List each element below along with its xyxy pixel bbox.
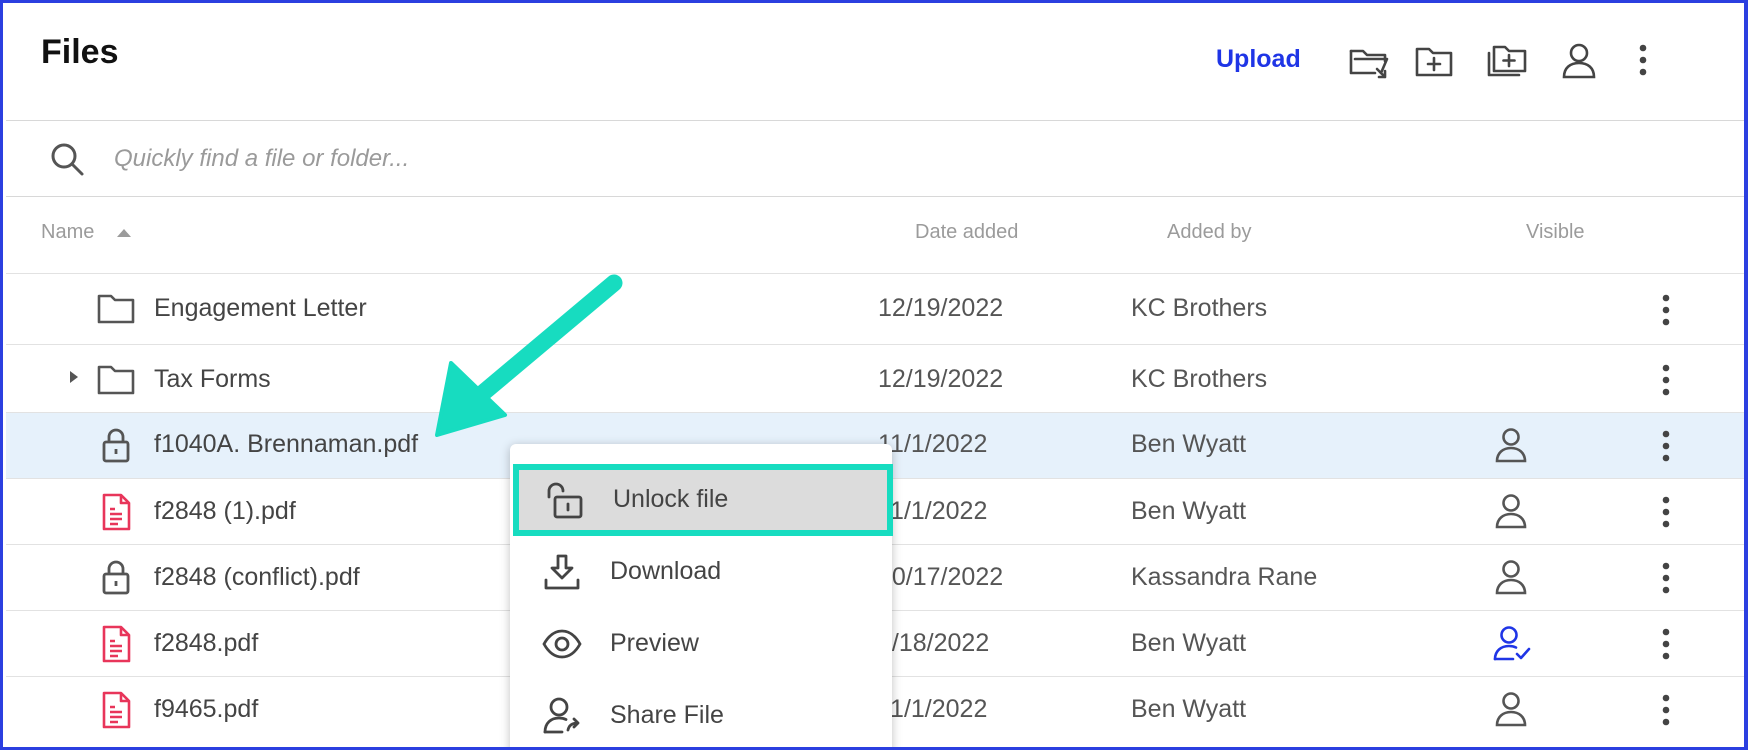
date-added: 12/19/2022 [878, 365, 1004, 393]
added-by: KC Brothers [1131, 365, 1268, 393]
file-name[interactable]: Engagement Letter [154, 294, 367, 323]
visible-user-icon[interactable] [1491, 425, 1531, 465]
menu-item-share-file[interactable]: Share File [510, 680, 892, 747]
date-added: 10/17/2022 [878, 563, 1004, 591]
page-title: Files [41, 33, 119, 71]
added-by: Ben Wyatt [1131, 629, 1247, 657]
header: Files Upload [3, 3, 1744, 121]
pdf-file-icon [96, 690, 136, 730]
more-vertical-icon[interactable] [1631, 39, 1675, 83]
search-icon [48, 140, 86, 178]
lock-icon [96, 425, 136, 465]
folder-copy-icon[interactable] [1485, 39, 1529, 83]
column-header-name[interactable]: Name [41, 221, 94, 244]
folder-move-icon[interactable] [1347, 39, 1391, 83]
file-name[interactable]: f2848 (1).pdf [154, 497, 296, 526]
visible-user-icon[interactable] [1491, 689, 1531, 729]
folder-icon [96, 288, 136, 328]
unlock-icon [543, 478, 587, 522]
user-share-icon [540, 694, 584, 738]
menu-item-label: Share File [610, 701, 724, 729]
user-icon[interactable] [1557, 39, 1601, 83]
row-more-icon[interactable] [1652, 558, 1680, 598]
date-added: 11/1/2022 [878, 497, 988, 525]
added-by: KC Brothers [1131, 294, 1268, 322]
row-more-icon[interactable] [1652, 624, 1680, 664]
table-row[interactable]: Tax Forms 12/19/2022 KC Brothers [6, 344, 1744, 413]
file-name[interactable]: f1040A. Brennaman.pdf [154, 430, 418, 459]
date-added: 8/18/2022 [878, 629, 990, 657]
file-name[interactable]: Tax Forms [154, 365, 271, 394]
row-more-icon[interactable] [1652, 290, 1680, 330]
menu-item-label: Unlock file [613, 485, 729, 513]
user-check-icon[interactable] [1491, 623, 1531, 663]
folder-add-icon[interactable] [1413, 39, 1457, 83]
added-by: Kassandra Rane [1131, 563, 1318, 591]
menu-item-download[interactable]: Download [510, 536, 892, 608]
sort-ascending-icon[interactable] [116, 226, 132, 238]
added-by: Ben Wyatt [1131, 695, 1247, 723]
menu-item-unlock-file[interactable]: Unlock file [513, 464, 893, 536]
column-header-visible[interactable]: Visible [1526, 221, 1585, 244]
eye-icon [540, 622, 584, 666]
visible-user-icon[interactable] [1491, 557, 1531, 597]
lock-icon [96, 557, 136, 597]
file-name[interactable]: f2848.pdf [154, 629, 258, 658]
row-more-icon[interactable] [1652, 690, 1680, 730]
column-header-date-added[interactable]: Date added [915, 221, 1018, 244]
menu-item-label: Preview [610, 629, 699, 657]
row-more-icon[interactable] [1652, 492, 1680, 532]
date-added: 11/1/2022 [878, 695, 988, 723]
date-added: 11/1/2022 [878, 430, 988, 458]
row-more-icon[interactable] [1652, 426, 1680, 466]
pdf-file-icon [96, 624, 136, 664]
upload-button[interactable]: Upload [1216, 45, 1301, 74]
file-name[interactable]: f2848 (conflict).pdf [154, 563, 360, 592]
date-added: 12/19/2022 [878, 294, 1004, 322]
download-icon [540, 550, 584, 594]
column-header-added-by[interactable]: Added by [1167, 221, 1252, 244]
row-more-icon[interactable] [1652, 360, 1680, 400]
added-by: Ben Wyatt [1131, 430, 1247, 458]
added-by: Ben Wyatt [1131, 497, 1247, 525]
visible-user-icon[interactable] [1491, 491, 1531, 531]
expand-arrow-icon[interactable] [68, 369, 80, 385]
search-input[interactable] [114, 137, 1314, 181]
menu-item-label: Download [610, 557, 722, 585]
pdf-file-icon [96, 492, 136, 532]
file-name[interactable]: f9465.pdf [154, 695, 258, 724]
context-menu: Unlock file Download Preview Share File [510, 444, 893, 747]
search-bar [6, 120, 1744, 197]
menu-item-preview[interactable]: Preview [510, 608, 892, 680]
app-window: Files Upload Quickly find a file or fold… [0, 0, 1748, 750]
folder-icon [96, 359, 136, 399]
table-row[interactable]: Engagement Letter 12/19/2022 KC Brothers [6, 273, 1744, 345]
